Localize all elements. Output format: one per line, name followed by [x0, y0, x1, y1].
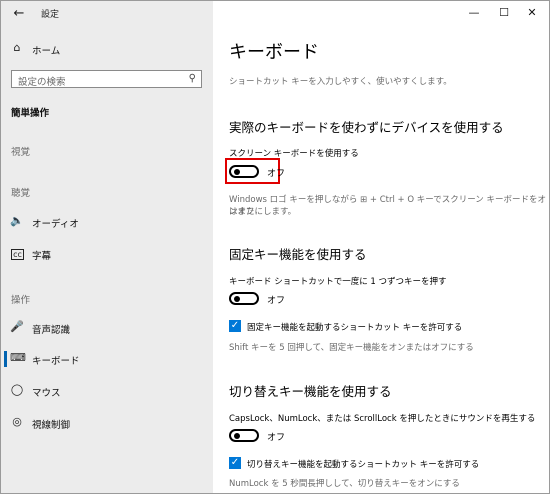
togglekeys-toggle-state: オフ	[267, 433, 286, 443]
search-input[interactable]: 設定の検索 ⚲	[11, 70, 202, 88]
mouse-icon: ◯	[10, 383, 24, 396]
osk-description-2: はオフにします。	[229, 207, 297, 217]
togglekeys-label: CapsLock、NumLock、または ScrollLock を押したときにサ…	[229, 414, 536, 424]
page-subtitle: ショートカット キーを入力しやすく、使いやすくします。	[229, 77, 452, 87]
close-button[interactable]: ✕	[519, 3, 545, 23]
eye-icon: ◎	[12, 415, 22, 428]
sidebar-item-label: 音声認識	[32, 325, 71, 336]
sidebar-item-label: オーディオ	[32, 219, 79, 230]
captions-icon: cc	[11, 249, 24, 260]
sidebar-item-label: マウス	[32, 388, 61, 399]
sticky-heading: 固定キー機能を使用する	[229, 247, 367, 262]
sidebar-item-speech[interactable]: 🎤 音声認識	[1, 315, 213, 341]
toggle-knob	[234, 169, 240, 175]
osk-toggle[interactable]	[229, 165, 259, 178]
page-title: キーボード	[229, 42, 319, 63]
maximize-button[interactable]: ☐	[491, 3, 517, 23]
section-header-interaction: 操作	[11, 295, 31, 306]
togglekeys-toggle[interactable]	[229, 429, 259, 442]
togglekeys-checkbox-label: 切り替えキー機能を起動するショートカット キーを許可する	[247, 460, 480, 470]
section-header-hearing: 聴覚	[11, 188, 31, 199]
home-icon: ⌂	[13, 41, 21, 54]
togglekeys-hint: NumLock を 5 秒間長押しして、切り替えキーをオンにする	[229, 479, 460, 489]
settings-window: ← 設定 ⌂ ホーム 設定の検索 ⚲ 簡単操作 視覚 聴覚 🔈 オーディオ cc…	[0, 0, 550, 494]
sticky-hint: Shift キーを 5 回押して、固定キー機能をオンまたはオフにする	[229, 343, 474, 353]
section-header-vision: 視覚	[11, 147, 31, 158]
app-title: 設定	[41, 10, 60, 20]
sticky-shortcut-checkbox[interactable]: ✓	[229, 320, 241, 332]
sidebar-item-label: ホーム	[32, 46, 61, 57]
sidebar-item-eye-control[interactable]: ◎ 視線制御	[1, 410, 213, 436]
togglekeys-heading: 切り替えキー機能を使用する	[229, 384, 392, 399]
search-icon[interactable]: ⚲	[189, 73, 196, 84]
toggle-knob	[234, 433, 240, 439]
togglekeys-shortcut-checkbox[interactable]: ✓	[229, 457, 241, 469]
sidebar-item-label: 視線制御	[32, 420, 71, 431]
main-content: — ☐ ✕ キーボード ショートカット キーを入力しやすく、使いやすくします。 …	[213, 1, 549, 493]
category-title: 簡単操作	[11, 108, 50, 119]
search-placeholder: 設定の検索	[18, 77, 66, 88]
minimize-button[interactable]: —	[461, 3, 487, 23]
osk-toggle-state: オフ	[267, 169, 286, 179]
sidebar-item-label: 字幕	[32, 251, 52, 262]
sticky-toggle[interactable]	[229, 292, 259, 305]
sticky-label: キーボード ショートカットで一度に 1 つずつキーを押す	[229, 277, 447, 287]
back-arrow-icon[interactable]: ←	[10, 5, 28, 23]
microphone-icon: 🎤	[10, 320, 24, 333]
title-bar: ← 設定	[1, 1, 213, 27]
sticky-toggle-state: オフ	[267, 296, 286, 306]
sidebar-item-home[interactable]: ⌂ ホーム	[1, 36, 213, 62]
sidebar-item-captions[interactable]: cc 字幕	[1, 241, 213, 267]
osk-heading: 実際のキーボードを使わずにデバイスを使用する	[229, 120, 504, 135]
sidebar: ← 設定 ⌂ ホーム 設定の検索 ⚲ 簡単操作 視覚 聴覚 🔈 オーディオ cc…	[1, 1, 213, 493]
keyboard-icon: ⌨	[10, 351, 26, 364]
sidebar-item-audio[interactable]: 🔈 オーディオ	[1, 209, 213, 235]
sidebar-item-mouse[interactable]: ◯ マウス	[1, 378, 213, 404]
toggle-knob	[234, 296, 240, 302]
speaker-icon: 🔈	[10, 214, 24, 227]
sidebar-item-label: キーボード	[32, 356, 80, 367]
sticky-checkbox-label: 固定キー機能を起動するショートカット キーを許可する	[247, 323, 463, 333]
sidebar-item-keyboard[interactable]: ⌨ キーボード	[1, 346, 213, 372]
